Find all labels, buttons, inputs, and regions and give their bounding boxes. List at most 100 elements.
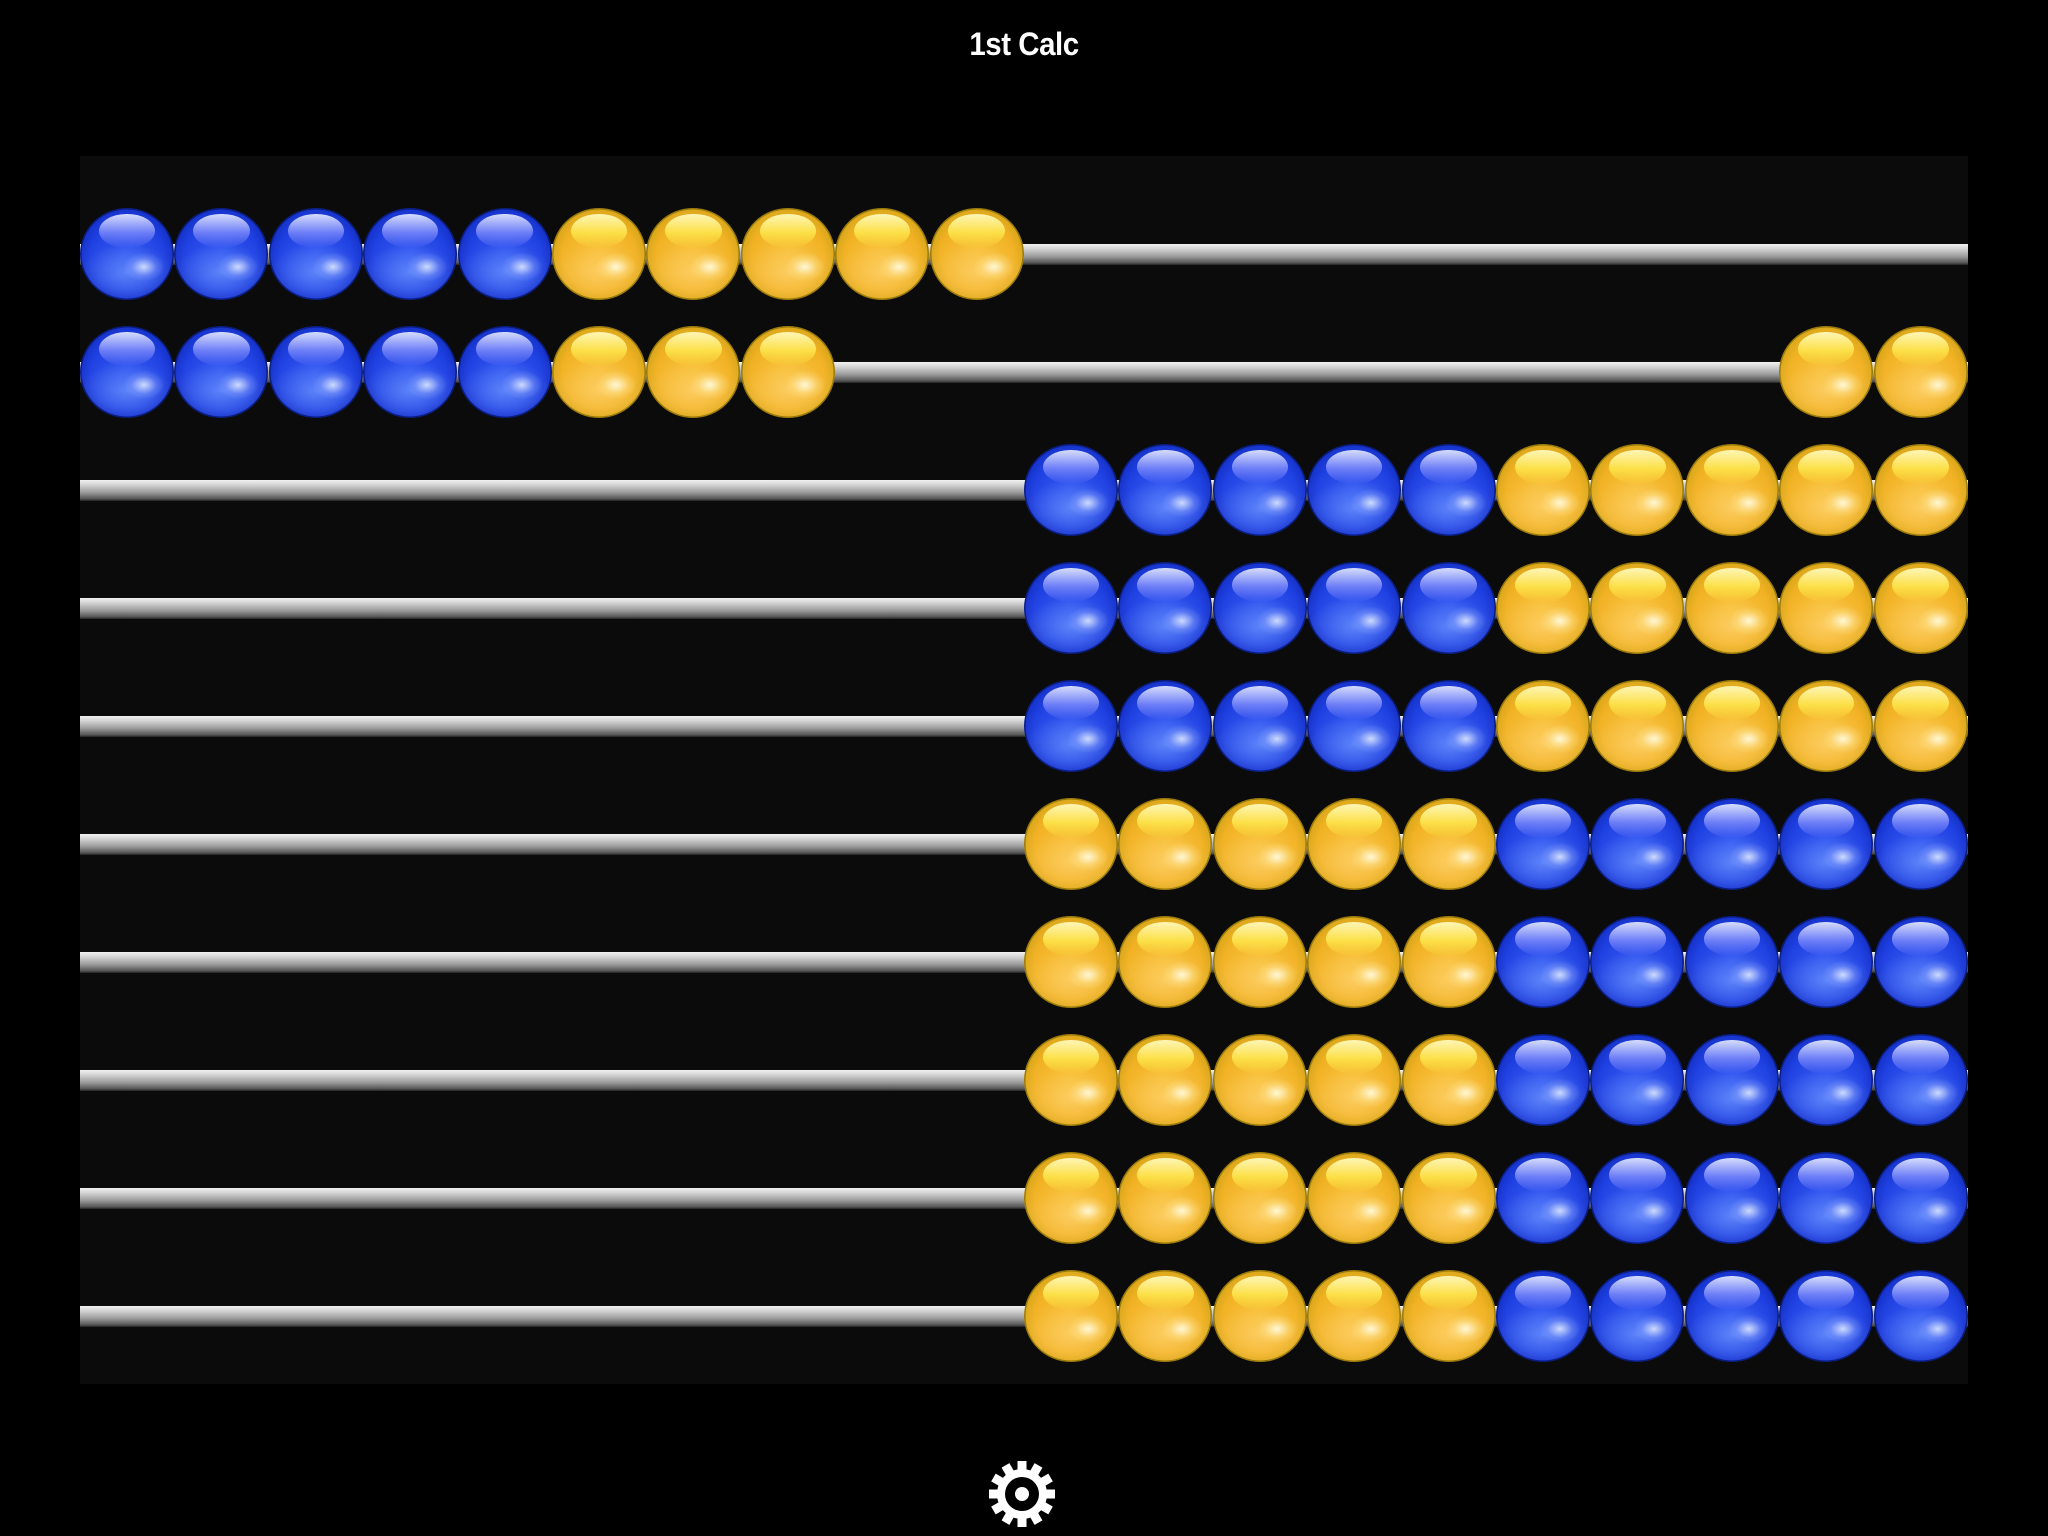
bead-blue[interactable] <box>1401 680 1496 772</box>
bead-blue[interactable] <box>1590 916 1685 1008</box>
bead-blue[interactable] <box>1307 680 1402 772</box>
bead-yellow[interactable] <box>1118 1270 1213 1362</box>
bead-blue[interactable] <box>1684 1034 1779 1126</box>
bead-yellow[interactable] <box>929 208 1024 300</box>
bead-yellow[interactable] <box>1590 562 1685 654</box>
bead-blue[interactable] <box>457 208 552 300</box>
bead-blue[interactable] <box>1590 1152 1685 1244</box>
bead-yellow[interactable] <box>1307 916 1402 1008</box>
bead-yellow[interactable] <box>1024 1152 1118 1244</box>
bead-blue[interactable] <box>1118 680 1213 772</box>
bead-blue[interactable] <box>1873 1034 1968 1126</box>
bead-blue[interactable] <box>1779 1270 1874 1362</box>
bead-blue[interactable] <box>174 208 269 300</box>
bead-yellow[interactable] <box>1496 680 1590 772</box>
bead-blue[interactable] <box>1684 1270 1779 1362</box>
bead-yellow[interactable] <box>740 208 835 300</box>
bead-yellow[interactable] <box>1401 798 1496 890</box>
bead-blue[interactable] <box>1873 1152 1968 1244</box>
bead-yellow[interactable] <box>1212 798 1307 890</box>
bead-blue[interactable] <box>1024 680 1118 772</box>
bead-blue[interactable] <box>1590 798 1685 890</box>
bead-yellow[interactable] <box>1779 326 1874 418</box>
bead-yellow[interactable] <box>1401 1152 1496 1244</box>
bead-blue[interactable] <box>457 326 552 418</box>
bead-yellow[interactable] <box>835 208 930 300</box>
bead-blue[interactable] <box>1873 916 1968 1008</box>
bead-yellow[interactable] <box>646 208 741 300</box>
bead-blue[interactable] <box>1684 1152 1779 1244</box>
bead-blue[interactable] <box>1212 680 1307 772</box>
bead-yellow[interactable] <box>1118 1034 1213 1126</box>
bead-blue[interactable] <box>1118 562 1213 654</box>
bead-yellow[interactable] <box>1590 680 1685 772</box>
bead-blue[interactable] <box>1496 798 1590 890</box>
bead-blue[interactable] <box>268 208 363 300</box>
bead-yellow[interactable] <box>1307 798 1402 890</box>
bead-blue[interactable] <box>1307 562 1402 654</box>
bead-blue[interactable] <box>1684 916 1779 1008</box>
bead-yellow[interactable] <box>740 326 835 418</box>
bead-blue[interactable] <box>1118 444 1213 536</box>
bead-blue[interactable] <box>1212 444 1307 536</box>
settings-button[interactable] <box>988 1460 1056 1528</box>
bead-blue[interactable] <box>80 326 174 418</box>
bead-yellow[interactable] <box>1873 326 1968 418</box>
bead-yellow[interactable] <box>1118 798 1213 890</box>
bead-blue[interactable] <box>1590 1034 1685 1126</box>
bead-yellow[interactable] <box>1401 1270 1496 1362</box>
bead-yellow[interactable] <box>1684 444 1779 536</box>
bead-yellow[interactable] <box>1779 680 1874 772</box>
bead-yellow[interactable] <box>1024 1034 1118 1126</box>
bead-blue[interactable] <box>1779 916 1874 1008</box>
bead-blue[interactable] <box>1779 798 1874 890</box>
bead-yellow[interactable] <box>1212 916 1307 1008</box>
bead-blue[interactable] <box>1401 562 1496 654</box>
bead-yellow[interactable] <box>1873 444 1968 536</box>
bead-yellow[interactable] <box>1212 1152 1307 1244</box>
bead-yellow[interactable] <box>1873 562 1968 654</box>
bead-yellow[interactable] <box>1024 916 1118 1008</box>
bead-blue[interactable] <box>1779 1034 1874 1126</box>
bead-yellow[interactable] <box>1212 1270 1307 1362</box>
bead-yellow[interactable] <box>1401 1034 1496 1126</box>
bead-yellow[interactable] <box>1684 562 1779 654</box>
bead-blue[interactable] <box>363 208 458 300</box>
bead-blue[interactable] <box>1684 798 1779 890</box>
bead-yellow[interactable] <box>1307 1270 1402 1362</box>
bead-blue[interactable] <box>1024 562 1118 654</box>
bead-blue[interactable] <box>1496 916 1590 1008</box>
bead-yellow[interactable] <box>1779 562 1874 654</box>
bead-blue[interactable] <box>268 326 363 418</box>
bead-blue[interactable] <box>1496 1152 1590 1244</box>
bead-blue[interactable] <box>1496 1270 1590 1362</box>
bead-yellow[interactable] <box>1118 1152 1213 1244</box>
bead-yellow[interactable] <box>552 208 646 300</box>
bead-blue[interactable] <box>1590 1270 1685 1362</box>
bead-blue[interactable] <box>1307 444 1402 536</box>
bead-yellow[interactable] <box>1307 1034 1402 1126</box>
bead-yellow[interactable] <box>1212 1034 1307 1126</box>
bead-yellow[interactable] <box>1118 916 1213 1008</box>
bead-blue[interactable] <box>1212 562 1307 654</box>
bead-blue[interactable] <box>1779 1152 1874 1244</box>
bead-yellow[interactable] <box>552 326 646 418</box>
bead-blue[interactable] <box>174 326 269 418</box>
bead-yellow[interactable] <box>1307 1152 1402 1244</box>
bead-yellow[interactable] <box>1496 444 1590 536</box>
bead-yellow[interactable] <box>1024 798 1118 890</box>
bead-blue[interactable] <box>363 326 458 418</box>
bead-yellow[interactable] <box>1024 1270 1118 1362</box>
bead-blue[interactable] <box>1024 444 1118 536</box>
bead-yellow[interactable] <box>1873 680 1968 772</box>
bead-yellow[interactable] <box>1684 680 1779 772</box>
bead-blue[interactable] <box>1873 798 1968 890</box>
bead-yellow[interactable] <box>1779 444 1874 536</box>
bead-yellow[interactable] <box>1590 444 1685 536</box>
bead-blue[interactable] <box>1401 444 1496 536</box>
bead-blue[interactable] <box>1496 1034 1590 1126</box>
bead-yellow[interactable] <box>646 326 741 418</box>
bead-yellow[interactable] <box>1401 916 1496 1008</box>
bead-blue[interactable] <box>80 208 174 300</box>
bead-blue[interactable] <box>1873 1270 1968 1362</box>
